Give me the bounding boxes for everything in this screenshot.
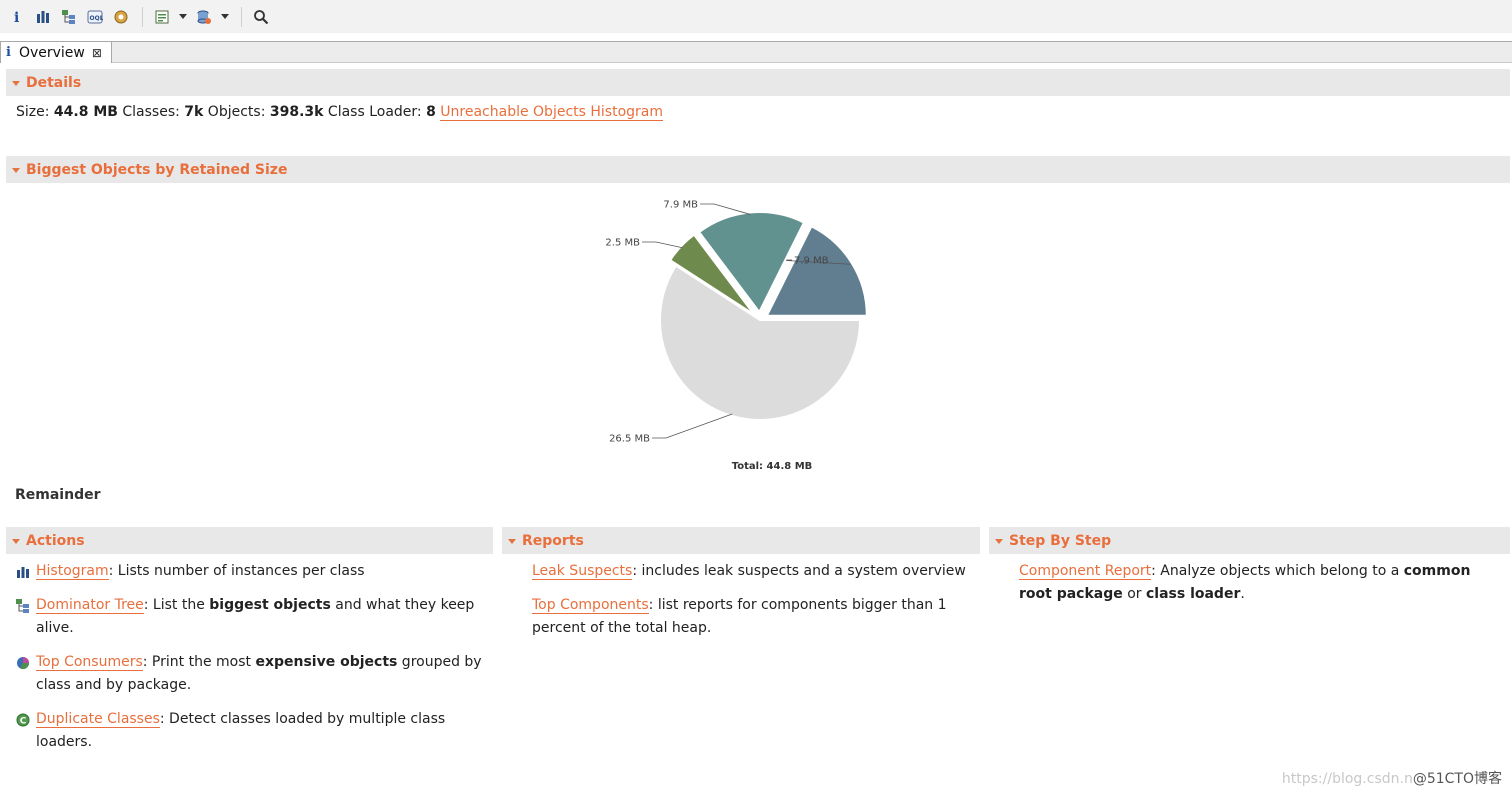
list-item: Component Report: Analyze objects which … xyxy=(1019,560,1504,606)
toolbar: i OQL xyxy=(0,0,1512,33)
retained-size-pie-chart: 7.9 MB 7.9 MB 2.5 MB 26.5 MB Total: 44.8 MB xyxy=(560,186,960,478)
svg-text:OQL: OQL xyxy=(90,15,104,22)
step-by-step-list: Component Report: Analyze objects which … xyxy=(1019,560,1504,617)
watermark-brand: @51CTO博客 xyxy=(1412,771,1502,787)
component-report-description-end: . xyxy=(1240,586,1245,602)
watermark-url: https://blog.csdn.n xyxy=(1281,771,1413,787)
component-report-description-mid: or xyxy=(1122,586,1146,602)
size-label: Size: xyxy=(16,104,54,120)
dominator-tree-link[interactable]: Dominator Tree xyxy=(36,597,144,614)
details-summary: Size: 44.8 MB Classes: 7k Objects: 398.3… xyxy=(16,104,663,121)
svg-text:i: i xyxy=(14,10,19,25)
pie-slice-label: 26.5 MB xyxy=(609,434,650,445)
pie-slice-label: 2.5 MB xyxy=(605,238,640,249)
list-item: Histogram: Lists number of instances per… xyxy=(16,560,491,583)
list-item: C Duplicate Classes: Detect classes load… xyxy=(16,708,491,754)
expand-triangle-icon xyxy=(12,81,20,86)
objects-value: 398.3k xyxy=(269,104,324,120)
watermark: https://blog.csdn.n@51CTO博客 xyxy=(1282,768,1502,788)
toolbar-separator xyxy=(241,6,242,27)
classes-value: 7k xyxy=(184,104,204,120)
details-title: Details xyxy=(26,74,82,91)
objects-label: Objects: xyxy=(203,104,270,120)
reports-list: Leak Suspects: includes leak suspects an… xyxy=(532,560,972,651)
step-by-step-title: Step By Step xyxy=(1009,532,1112,549)
actions-title: Actions xyxy=(26,532,85,549)
class-loader-label: Class Loader: xyxy=(323,104,427,120)
list-item: Top Components: list reports for compone… xyxy=(532,594,972,640)
actions-section-header[interactable]: Actions xyxy=(6,527,493,554)
pie-total-label: Total: 44.8 MB xyxy=(732,461,813,472)
biggest-objects-section-header[interactable]: Biggest Objects by Retained Size xyxy=(6,156,1510,183)
expand-triangle-icon xyxy=(12,539,20,544)
component-report-description: : Analyze objects which belong to a xyxy=(1151,563,1404,579)
pie-leader-line xyxy=(652,413,733,439)
editor-tab-bar: i Overview ⊠ xyxy=(0,41,1512,63)
query-browser-dropdown-icon[interactable] xyxy=(177,6,189,28)
classes-label: Classes: xyxy=(117,104,185,120)
reports-title: Reports xyxy=(522,532,584,549)
dominator-tree-description: : List the xyxy=(143,597,210,613)
list-item: Dominator Tree: List the biggest objects… xyxy=(16,594,491,640)
heap-dump-overview-icon[interactable] xyxy=(110,6,132,28)
class-loader-value: 8 xyxy=(426,104,436,120)
top-consumers-icon xyxy=(16,651,36,674)
actions-list: Histogram: Lists number of instances per… xyxy=(16,560,491,765)
top-consumers-emphasis: expensive objects xyxy=(255,654,398,670)
list-item: Top Consumers: Print the most expensive … xyxy=(16,651,491,697)
pie-slice-label: 7.9 MB xyxy=(794,256,829,267)
dominator-tree-icon[interactable] xyxy=(58,6,80,28)
dominator-tree-emphasis: biggest objects xyxy=(209,597,331,613)
find-object-dropdown-icon[interactable] xyxy=(219,6,231,28)
dominator-tree-icon xyxy=(16,594,36,617)
list-item: Leak Suspects: includes leak suspects an… xyxy=(532,560,972,583)
top-consumers-description: : Print the most xyxy=(142,654,256,670)
pie-leader-line xyxy=(642,241,683,249)
unreachable-objects-histogram-link[interactable]: Unreachable Objects Histogram xyxy=(440,104,663,121)
oql-icon[interactable]: OQL xyxy=(84,6,106,28)
query-browser-icon[interactable] xyxy=(151,6,173,28)
histogram-icon xyxy=(16,560,36,583)
info-icon[interactable]: i xyxy=(6,6,28,28)
expand-triangle-icon xyxy=(12,168,20,173)
component-report-emphasis-2: class loader xyxy=(1145,586,1241,602)
size-value: 44.8 MB xyxy=(53,104,118,120)
tab-overview[interactable]: i Overview ⊠ xyxy=(0,41,112,63)
component-report-link[interactable]: Component Report xyxy=(1019,563,1152,580)
reports-section-header[interactable]: Reports xyxy=(502,527,980,554)
toolbar-separator xyxy=(142,6,143,27)
details-section-header[interactable]: Details xyxy=(6,69,1510,96)
top-components-link[interactable]: Top Components xyxy=(532,597,649,614)
svg-text:C: C xyxy=(20,716,27,726)
duplicate-classes-icon: C xyxy=(16,708,36,731)
expand-triangle-icon xyxy=(508,539,516,544)
leak-suspects-link[interactable]: Leak Suspects xyxy=(532,563,633,580)
pie-slice-label: 7.9 MB xyxy=(663,200,698,211)
leak-suspects-description: : includes leak suspects and a system ov… xyxy=(632,563,966,579)
biggest-objects-title: Biggest Objects by Retained Size xyxy=(26,161,288,178)
expand-triangle-icon xyxy=(995,539,1003,544)
top-consumers-link[interactable]: Top Consumers xyxy=(36,654,143,671)
remainder-label: Remainder xyxy=(15,487,101,503)
info-icon: i xyxy=(6,45,11,60)
find-object-icon[interactable] xyxy=(193,6,215,28)
duplicate-classes-link[interactable]: Duplicate Classes xyxy=(36,711,160,728)
step-by-step-section-header[interactable]: Step By Step xyxy=(989,527,1510,554)
tab-overview-label: Overview xyxy=(18,44,85,61)
histogram-description: : Lists number of instances per class xyxy=(108,563,365,579)
close-icon[interactable]: ⊠ xyxy=(92,46,102,60)
histogram-icon[interactable] xyxy=(32,6,54,28)
search-icon[interactable] xyxy=(250,6,272,28)
histogram-link[interactable]: Histogram xyxy=(36,563,109,580)
